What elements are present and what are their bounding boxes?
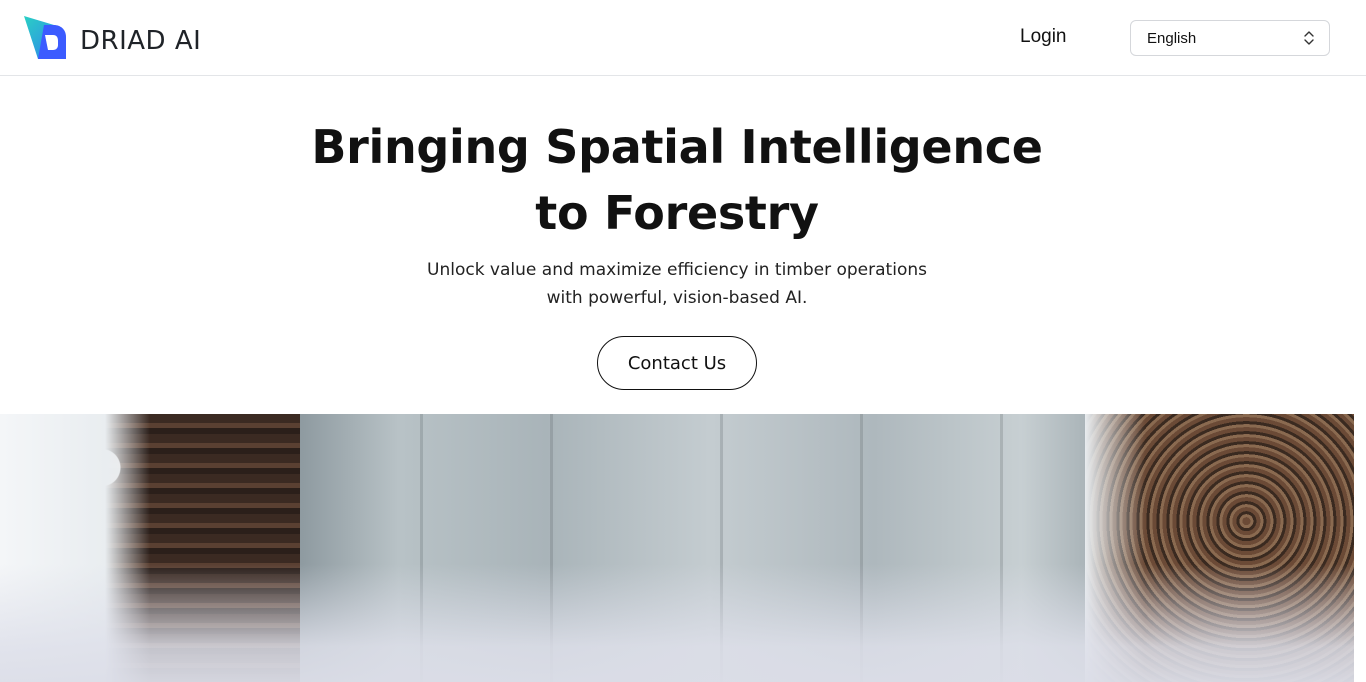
hero-title-line2: to Forestry xyxy=(535,186,819,240)
brand-logo-link[interactable]: DRIAD AI xyxy=(24,15,201,61)
chevron-up-down-icon xyxy=(1303,30,1315,50)
language-select[interactable]: English xyxy=(1130,20,1330,56)
banner-fade-overlay xyxy=(0,564,1354,682)
brand-name: DRIAD AI xyxy=(80,26,202,56)
site-header: DRIAD AI Login English xyxy=(0,0,1366,76)
page: DRIAD AI Login English Bringing Spatial … xyxy=(0,0,1366,682)
hero-banner-image xyxy=(0,414,1354,682)
language-select-value: English xyxy=(1147,29,1197,47)
hero-section: Bringing Spatial Intelligence to Forestr… xyxy=(0,76,1366,414)
hero-subtitle: Unlock value and maximize efficiency in … xyxy=(0,256,1354,312)
contact-us-button[interactable]: Contact Us xyxy=(597,336,757,390)
driad-logo-icon xyxy=(24,15,70,61)
hero-title-line1: Bringing Spatial Intelligence xyxy=(311,120,1043,174)
hero-title: Bringing Spatial Intelligence to Forestr… xyxy=(0,114,1354,246)
hero-subtitle-line1: Unlock value and maximize efficiency in … xyxy=(427,260,927,280)
login-link[interactable]: Login xyxy=(1020,26,1067,48)
hero-subtitle-line2: with powerful, vision-based AI. xyxy=(546,288,808,308)
